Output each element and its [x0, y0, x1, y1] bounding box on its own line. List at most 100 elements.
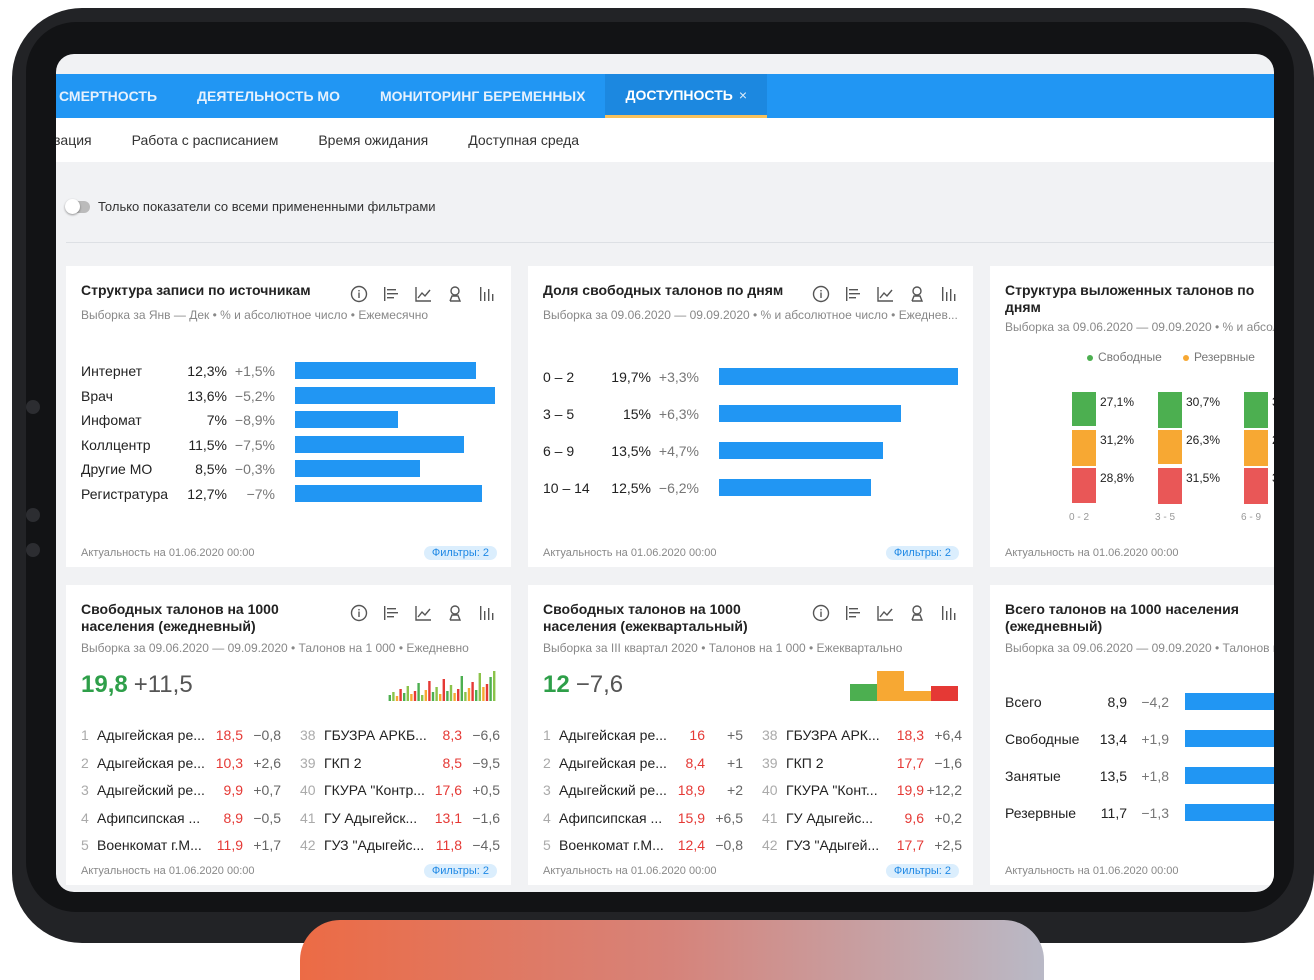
day-range-delta: −6,2% — [658, 480, 699, 496]
total-value: 11,7 — [1100, 805, 1127, 821]
line-chart-icon[interactable] — [413, 284, 433, 304]
day-range-row: 10 – 14 12,5% −6,2% — [543, 477, 963, 499]
card-ticket-structure: Структура выложенных талонов по дням Выбо… — [990, 266, 1274, 567]
source-row: Регистратура 12,7% −7% — [81, 483, 501, 505]
source-delta: −5,2% — [234, 387, 275, 404]
legend-reserve-label: Резервные — [1194, 350, 1255, 364]
subtab-waiting-time[interactable]: Время ожидания — [318, 132, 428, 148]
kpi-delta: −7,6 — [575, 671, 624, 698]
line-chart-icon[interactable] — [875, 603, 895, 623]
rank-value: 12,4 — [677, 837, 705, 853]
close-icon[interactable]: × — [739, 87, 747, 103]
rank-name: Адыгейский ре... — [97, 782, 205, 798]
rank-name: ГКУРА "Конт... — [786, 782, 878, 798]
total-delta: −1,3 — [1141, 805, 1169, 821]
total-row: Всего 8,9 −4,2 — [1005, 691, 1274, 713]
source-delta: −0,3% — [234, 461, 275, 478]
stack-segment — [1158, 392, 1182, 428]
subtab-1[interactable]: зация — [56, 132, 92, 148]
map-pin-icon[interactable] — [445, 603, 465, 623]
card-subtitle: Выборка за 09.06.2020 — 09.09.2020 • Тал… — [1005, 641, 1274, 655]
rank-value: 18,3 — [896, 727, 924, 743]
rank-number: 42 — [300, 837, 316, 853]
subtab-schedule[interactable]: Работа с расписанием — [132, 132, 279, 148]
filter-toggle-switch[interactable] — [65, 198, 90, 214]
kpi-delta: +11,5 — [133, 671, 193, 698]
bar-chart-icon[interactable] — [939, 603, 959, 623]
list-icon[interactable] — [381, 603, 401, 623]
day-range-name: 3 – 5 — [543, 406, 575, 422]
info-icon[interactable] — [811, 284, 831, 304]
rank-delta: −1,6 — [472, 809, 500, 826]
line-chart-icon[interactable] — [413, 603, 433, 623]
day-range-delta: +4,7% — [658, 443, 699, 459]
map-pin-icon[interactable] — [445, 284, 465, 304]
total-bar — [1185, 730, 1274, 747]
quarter-bar — [904, 691, 931, 701]
card-toolbar — [811, 284, 959, 304]
total-delta: +1,9 — [1141, 731, 1169, 747]
total-bar — [1185, 804, 1274, 821]
day-range-row: 3 – 5 15% +6,3% — [543, 403, 963, 425]
filters-badge[interactable]: Фильтры: 2 — [423, 546, 497, 560]
tab-accessibility[interactable]: ДОСТУПНОСТЬ × — [605, 74, 767, 118]
ranking-row: 1 Адыгейская ре... 18,5 −0,8 — [81, 727, 281, 749]
total-delta: −4,2 — [1141, 694, 1169, 710]
rank-value: 9,6 — [904, 809, 924, 826]
card-subtitle: Выборка за Янв — Дек • % и абсолютное чи… — [81, 308, 428, 322]
filters-badge[interactable]: Фильтры: 2 — [885, 546, 959, 560]
x-tick-label: 0 - 2 — [1069, 512, 1090, 523]
rank-delta: −0,8 — [715, 837, 743, 853]
bar-chart-icon[interactable] — [477, 284, 497, 304]
source-row: Другие МО 8,5% −0,3% — [81, 458, 501, 480]
source-name: Интернет — [81, 363, 143, 379]
list-icon[interactable] — [843, 603, 863, 623]
info-icon[interactable] — [811, 603, 831, 623]
rank-name: Адыгейская ре... — [559, 727, 667, 743]
source-name: Регистратура — [81, 486, 169, 502]
rank-number: 39 — [300, 754, 316, 771]
map-pin-icon[interactable] — [907, 284, 927, 304]
rank-name: Военкомат г.М... — [559, 837, 664, 853]
sparkline-bar — [446, 691, 449, 701]
source-delta: −7% — [246, 486, 275, 502]
quarter-bar — [850, 684, 877, 701]
bar-chart-icon[interactable] — [477, 603, 497, 623]
source-name: Другие МО — [81, 461, 153, 478]
ranking-row: 2 Адыгейская ре... 8,4 +1 — [543, 755, 743, 777]
rank-number: 38 — [762, 727, 778, 743]
subtab-accessible-environment[interactable]: Доступная среда — [468, 132, 579, 148]
day-range-bar — [719, 368, 958, 385]
sparkline-bar — [449, 685, 453, 701]
info-icon[interactable] — [349, 603, 369, 623]
x-tick-label: 3 - 5 — [1155, 512, 1176, 523]
total-value: 13,4 — [1099, 731, 1127, 747]
rank-number: 38 — [300, 727, 316, 743]
tab-mo-activity[interactable]: ДЕЯТЕЛЬНОСТЬ МО — [177, 74, 360, 118]
source-delta: −8,9% — [234, 412, 275, 429]
tab-mortality[interactable]: СМЕРТНОСТЬ — [56, 74, 177, 118]
total-bar — [1185, 693, 1274, 710]
rank-value: 18,5 — [215, 727, 243, 743]
sparkline-bar — [413, 691, 417, 701]
list-icon[interactable] — [843, 284, 863, 304]
source-row: Врач 13,6% −5,2% — [81, 385, 501, 407]
tab-pregnancy-monitoring[interactable]: МОНИТОРИНГ БЕРЕМЕННЫХ — [360, 74, 606, 118]
filters-badge[interactable]: Фильтры: 2 — [885, 864, 959, 878]
map-pin-icon[interactable] — [907, 603, 927, 623]
info-icon[interactable] — [349, 284, 369, 304]
filters-badge[interactable]: Фильтры: 2 — [423, 864, 497, 878]
rank-number: 2 — [543, 754, 551, 771]
day-range-bar — [719, 442, 883, 459]
ranking-row: 5 Военкомат г.М... 12,4 −0,8 — [543, 837, 743, 859]
bar-chart-icon[interactable] — [939, 284, 959, 304]
list-icon[interactable] — [381, 284, 401, 304]
card-toolbar — [349, 603, 497, 623]
rank-value: 18,9 — [677, 782, 705, 798]
tab-accessibility-label: ДОСТУПНОСТЬ — [625, 87, 733, 103]
ranking-row: 40 ГКУРА "Конт... 19,9 +12,2 — [762, 782, 962, 804]
total-bar — [1185, 767, 1274, 784]
rank-number: 41 — [762, 809, 778, 826]
line-chart-icon[interactable] — [875, 284, 895, 304]
filter-toggle-label: Только показатели со всеми примененными … — [98, 199, 436, 214]
